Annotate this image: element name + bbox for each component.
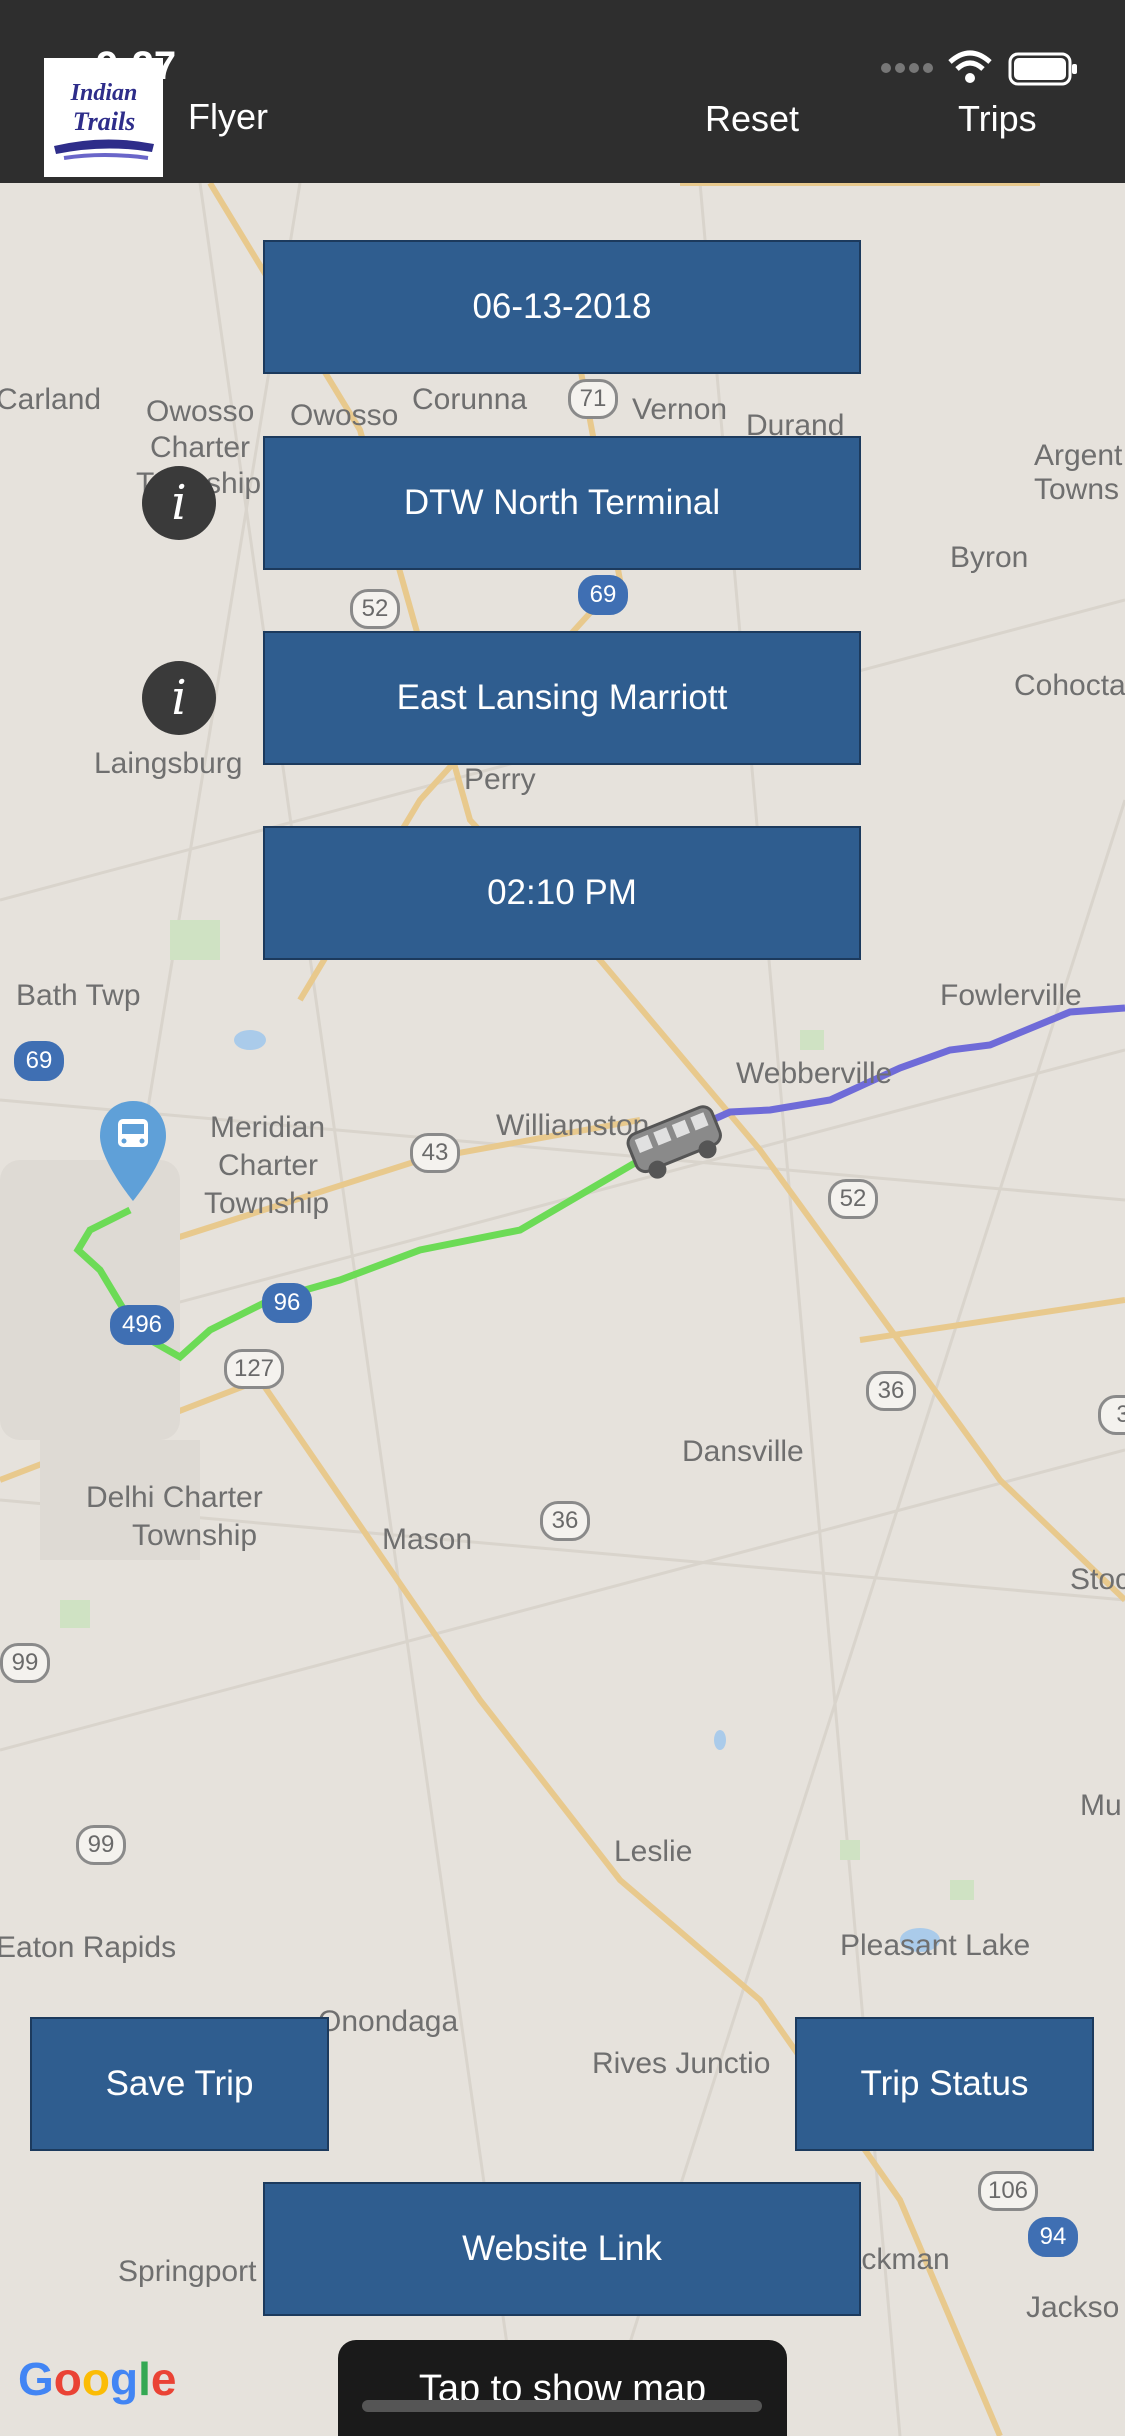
place-label: Meridian — [210, 1111, 326, 1144]
svg-text:Trails: Trails — [73, 107, 136, 136]
trip-status-button[interactable]: Trip Status — [795, 2017, 1094, 2151]
route-shield: 99 — [76, 1825, 126, 1865]
destination-button[interactable]: East Lansing Marriott — [263, 631, 861, 765]
place-label: Webberville — [736, 1057, 893, 1090]
place-label: Township — [132, 1519, 258, 1552]
place-label: Springport — [118, 2255, 257, 2288]
save-trip-button[interactable]: Save Trip — [30, 2017, 329, 2151]
bus-stop-pin-icon[interactable] — [98, 1101, 168, 1216]
place-label: Bath Twp — [16, 979, 141, 1012]
place-label: Owosso — [146, 395, 255, 428]
route-shield: 106 — [978, 2171, 1038, 2211]
place-label: Jackso — [1026, 2291, 1120, 2324]
route-shield: 71 — [568, 379, 618, 419]
origin-button[interactable]: DTW North Terminal — [263, 436, 861, 570]
place-label: Owosso — [290, 399, 399, 432]
place-label: Pleasant Lake — [840, 1929, 1031, 1962]
reset-button[interactable]: Reset — [705, 98, 799, 140]
place-label: Township — [204, 1187, 330, 1220]
place-label: Rives Junctio — [592, 2047, 771, 2080]
date-button[interactable]: 06-13-2018 — [263, 240, 861, 374]
place-label: Towns — [1034, 473, 1120, 506]
interstate-shield: 69 — [14, 1041, 64, 1081]
route-shield: 52 — [350, 589, 400, 629]
us-route-shield: 127 — [224, 1349, 284, 1389]
interstate-shield: 69 — [578, 575, 628, 615]
place-label: Stoc — [1070, 1563, 1125, 1596]
trips-button[interactable]: Trips — [958, 98, 1037, 140]
place-label: Corunna — [412, 383, 528, 416]
route-shield: 52 — [828, 1179, 878, 1219]
place-label: Mu — [1080, 1789, 1122, 1822]
place-label: Onondaga — [318, 2005, 459, 2038]
home-indicator — [362, 2400, 762, 2412]
place-label: Carland — [0, 383, 102, 416]
place-label: Perry — [464, 763, 536, 796]
place-label: Mason — [382, 1523, 473, 1556]
bus-icon[interactable] — [620, 1101, 730, 1186]
place-label: Delhi Charter — [86, 1481, 263, 1514]
place-label: Dansville — [682, 1435, 804, 1468]
interstate-shield: 496 — [110, 1305, 174, 1345]
wifi-icon — [948, 50, 992, 89]
interstate-shield: 94 — [1028, 2217, 1078, 2257]
place-label: Vernon — [632, 393, 728, 426]
route-shield: 3 — [1098, 1395, 1125, 1435]
indian-trails-logo[interactable]: Indian Trails — [44, 58, 163, 177]
place-label: Leslie — [614, 1835, 693, 1868]
interstate-shield: 96 — [262, 1283, 312, 1323]
place-label: Byron — [950, 541, 1029, 574]
google-logo: Google — [18, 2353, 177, 2405]
battery-icon — [1008, 52, 1080, 91]
header-title: Flyer — [188, 96, 268, 137]
destination-info-icon[interactable]: i — [142, 661, 216, 735]
website-link-button[interactable]: Website Link — [263, 2182, 861, 2316]
place-label: Cohocta — [1014, 669, 1125, 702]
place-label: Laingsburg — [94, 747, 243, 780]
time-button[interactable]: 02:10 PM — [263, 826, 861, 960]
show-map-toast[interactable]: Tap to show map — [338, 2340, 787, 2436]
app-header: 9:27 Indian Trails Flyer Reset Trips — [0, 0, 1125, 183]
route-shield: 36 — [540, 1501, 590, 1541]
signal-dots-icon — [880, 58, 936, 83]
place-label: Eaton Rapids — [0, 1931, 177, 1964]
place-label: Charter — [150, 431, 251, 464]
place-label: Charter — [218, 1149, 319, 1182]
route-shield: 99 — [0, 1643, 50, 1683]
svg-text:Indian: Indian — [70, 80, 138, 106]
origin-info-icon[interactable]: i — [142, 466, 216, 540]
place-label: Fowlerville — [940, 979, 1082, 1012]
route-shield: 36 — [866, 1371, 916, 1411]
route-shield: 43 — [410, 1133, 460, 1173]
place-label: Argent — [1034, 439, 1123, 472]
